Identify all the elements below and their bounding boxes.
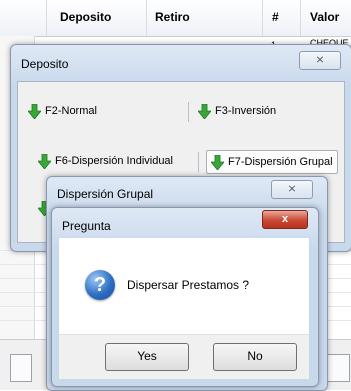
pregunta-dialog: Pregunta x ? Dispersar Prestamos ? Yes N… bbox=[51, 207, 319, 387]
dialog-message: Dispersar Prestamos ? bbox=[127, 278, 250, 292]
f6-dispersion-individual-button[interactable]: F6-Dispersión Individual bbox=[38, 150, 173, 172]
deposito-window-title: Deposito bbox=[21, 57, 69, 71]
column-retiro[interactable]: Retiro bbox=[155, 10, 190, 24]
f7-dispersion-grupal-button[interactable]: F7-Dispersión Grupal bbox=[206, 150, 338, 174]
pregunta-dialog-title: Pregunta bbox=[62, 219, 111, 233]
no-button[interactable]: No bbox=[213, 343, 297, 371]
column-number[interactable]: # bbox=[272, 10, 279, 24]
green-down-arrow-icon bbox=[38, 153, 51, 169]
f7-dispersion-grupal-label: F7-Dispersión Grupal bbox=[228, 156, 333, 168]
f3-inversion-label: F3-Inversión bbox=[215, 105, 277, 117]
button-divider bbox=[198, 152, 199, 172]
close-icon[interactable]: ⨯ bbox=[299, 51, 341, 70]
column-separator bbox=[262, 0, 263, 36]
green-down-arrow-icon bbox=[211, 154, 224, 170]
button-divider bbox=[188, 102, 189, 122]
close-icon[interactable]: x bbox=[262, 210, 308, 229]
pregunta-dialog-body: ? Dispersar Prestamos ? Yes No bbox=[59, 238, 309, 379]
question-icon: ? bbox=[85, 270, 115, 300]
green-down-arrow-icon bbox=[28, 103, 41, 119]
table-header: Deposito Retiro # Valor bbox=[0, 0, 351, 37]
toolbar-button[interactable] bbox=[10, 354, 32, 382]
f2-normal-label: F2-Normal bbox=[45, 105, 97, 117]
column-separator bbox=[146, 0, 147, 36]
f6-dispersion-individual-label: F6-Dispersión Individual bbox=[55, 155, 173, 167]
column-valor[interactable]: Valor bbox=[310, 10, 339, 24]
column-deposito[interactable]: Deposito bbox=[60, 10, 111, 24]
column-separator bbox=[300, 0, 301, 36]
green-down-arrow-icon bbox=[198, 103, 211, 119]
dispersion-grupal-window-title: Dispersión Grupal bbox=[57, 187, 154, 201]
f2-normal-button[interactable]: F2-Normal bbox=[28, 100, 97, 122]
column-separator bbox=[46, 0, 47, 36]
close-icon[interactable]: ⨯ bbox=[271, 180, 313, 199]
f3-inversion-button[interactable]: F3-Inversión bbox=[198, 100, 276, 122]
yes-button[interactable]: Yes bbox=[105, 343, 189, 371]
